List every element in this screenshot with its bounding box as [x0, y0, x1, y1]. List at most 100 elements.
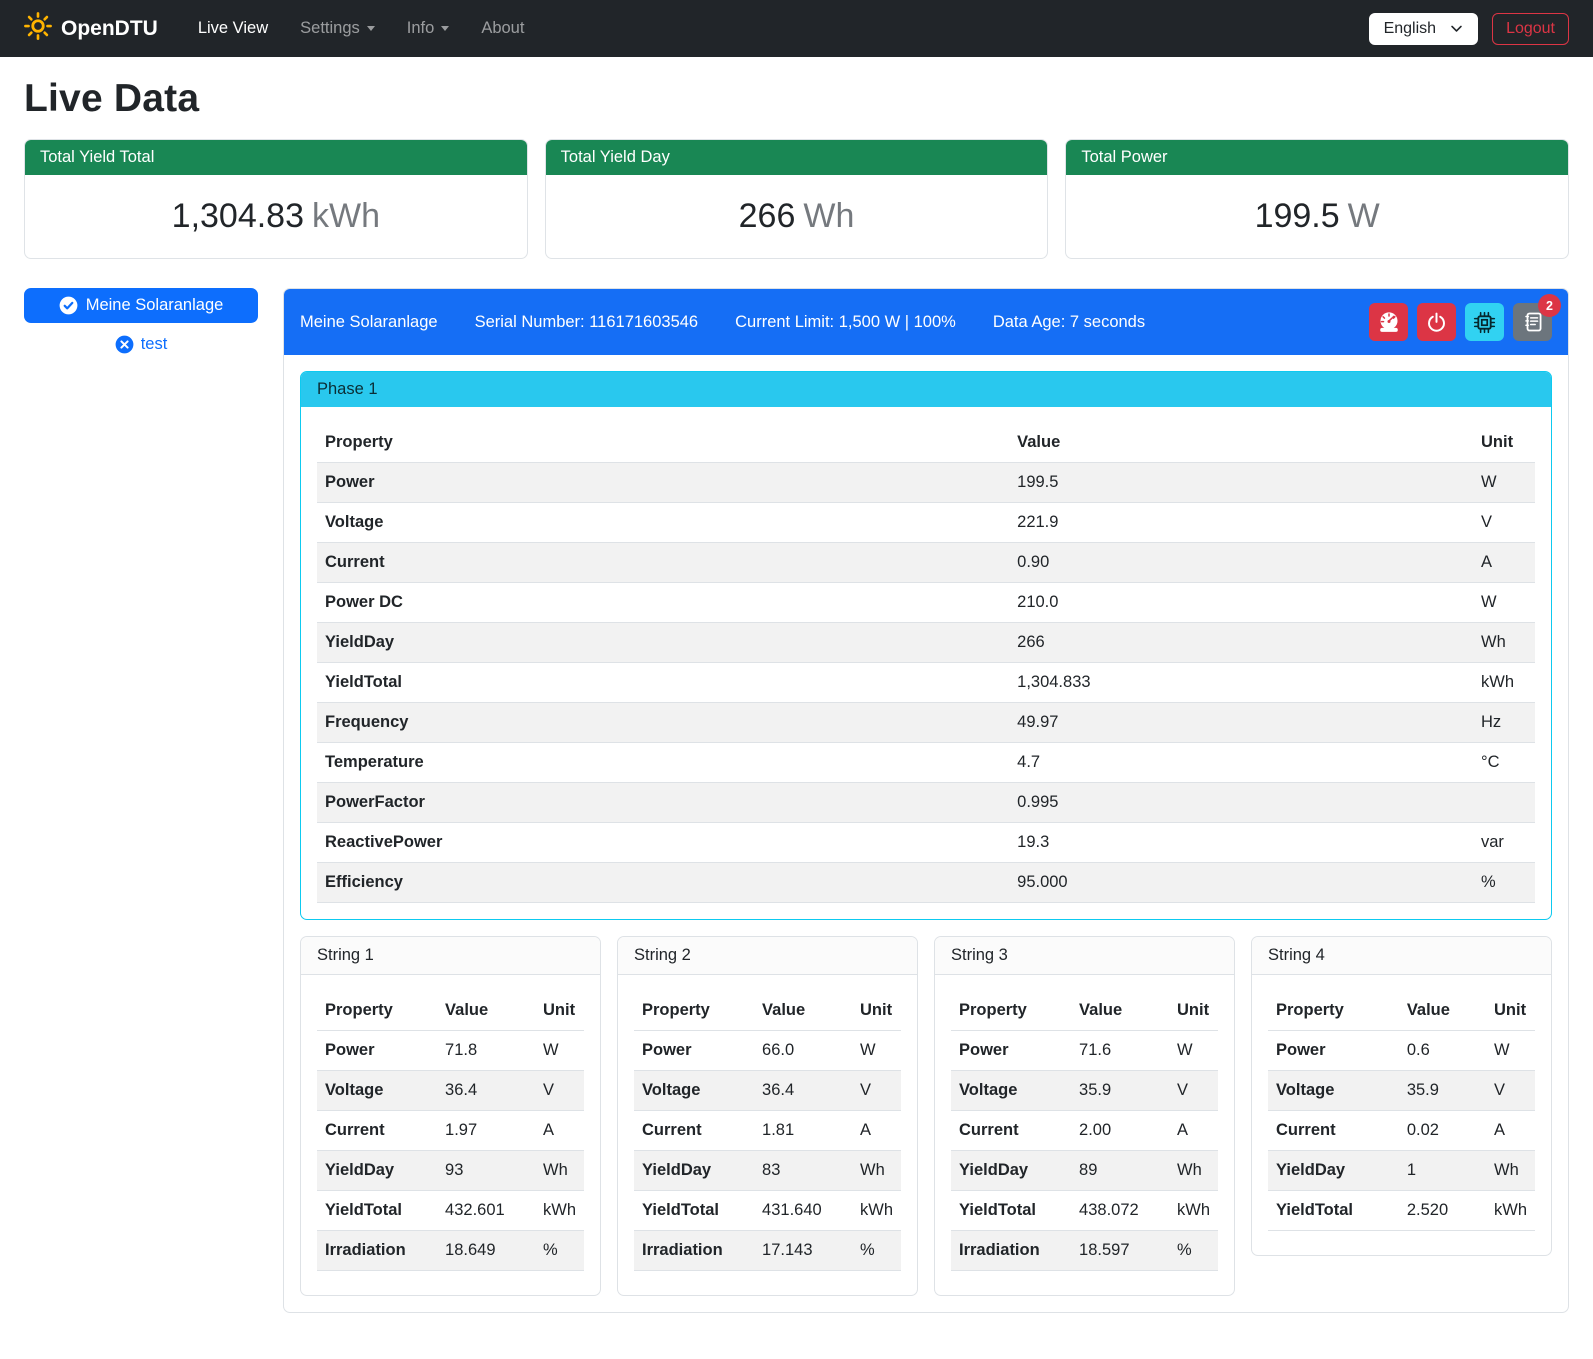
property-cell: ReactivePower	[317, 823, 1009, 863]
value-cell: 35.9	[1071, 1071, 1165, 1111]
unit-cell: Hz	[1473, 703, 1535, 743]
nav-item-label: About	[481, 19, 524, 38]
table-row: YieldDay89Wh	[951, 1151, 1218, 1191]
total-power-card: Total Power 199.5W	[1065, 139, 1569, 259]
nav-item-info[interactable]: Info	[393, 11, 464, 46]
table-row: Current0.90A	[317, 543, 1535, 583]
table-row: YieldDay1Wh	[1268, 1151, 1535, 1191]
unit-cell: kWh	[848, 1191, 901, 1231]
total-power-value: 199.5	[1255, 197, 1340, 235]
language-select[interactable]: English	[1369, 13, 1478, 45]
table-row: Voltage35.9V	[1268, 1071, 1535, 1111]
table-row: Power199.5W	[317, 463, 1535, 503]
navbar-right: English Logout	[1369, 13, 1569, 45]
unit-cell: W	[1482, 1031, 1535, 1071]
nav-item-about[interactable]: About	[467, 11, 538, 46]
property-cell: Irradiation	[634, 1231, 754, 1271]
table-row: YieldDay93Wh	[317, 1151, 584, 1191]
unit-cell: %	[531, 1231, 584, 1271]
event-log-button[interactable]: 2	[1513, 303, 1552, 341]
property-cell: Power	[634, 1031, 754, 1071]
table-row: Voltage36.4V	[317, 1071, 584, 1111]
property-cell: Power	[317, 1031, 437, 1071]
table-row: Current0.02A	[1268, 1111, 1535, 1151]
column-header-unit: Unit	[1165, 991, 1218, 1031]
unit-cell: V	[531, 1071, 584, 1111]
total-yield-day-card: Total Yield Day 266Wh	[545, 139, 1049, 259]
unit-cell: A	[1473, 543, 1535, 583]
inverter-button-selected[interactable]: Meine Solaranlage	[24, 288, 258, 323]
table-row: Power71.8W	[317, 1031, 584, 1071]
unit-cell	[1473, 783, 1535, 823]
string-card-body: Property Value Unit Power71.6WVoltage35.…	[935, 975, 1234, 1295]
property-cell: PowerFactor	[317, 783, 1009, 823]
x-circle-icon	[115, 335, 134, 354]
value-cell: 221.9	[1009, 503, 1473, 543]
total-yield-day-value: 266	[739, 197, 796, 235]
value-cell: 17.143	[754, 1231, 848, 1271]
property-cell: Power DC	[317, 583, 1009, 623]
column-header-value: Value	[1071, 991, 1165, 1031]
value-cell: 1,304.833	[1009, 663, 1473, 703]
inverter-selector-sidebar: Meine Solaranlage test	[24, 288, 258, 358]
top-navbar: OpenDTU Live View Settings Info About En…	[0, 0, 1593, 57]
value-cell: 18.649	[437, 1231, 531, 1271]
value-cell: 1.97	[437, 1111, 531, 1151]
property-cell: Current	[317, 543, 1009, 583]
inverter-name: Meine Solaranlage	[300, 313, 438, 332]
property-cell: YieldTotal	[317, 1191, 437, 1231]
value-cell: 18.597	[1071, 1231, 1165, 1271]
power-icon	[1426, 312, 1447, 333]
unit-cell: A	[1482, 1111, 1535, 1151]
card-title: Total Yield Day	[546, 140, 1048, 175]
value-cell: 2.00	[1071, 1111, 1165, 1151]
property-cell: Current	[317, 1111, 437, 1151]
unit-cell: V	[1473, 503, 1535, 543]
value-cell: 66.0	[754, 1031, 848, 1071]
nav-item-live-view[interactable]: Live View	[184, 11, 282, 46]
column-header-unit: Unit	[531, 991, 584, 1031]
column-header-value: Value	[754, 991, 848, 1031]
device-info-button[interactable]	[1465, 303, 1504, 341]
value-cell: 0.995	[1009, 783, 1473, 823]
chevron-down-icon	[367, 26, 375, 31]
power-button[interactable]	[1417, 303, 1456, 341]
column-header-value: Value	[437, 991, 531, 1031]
property-cell: Current	[1268, 1111, 1399, 1151]
value-cell: 71.8	[437, 1031, 531, 1071]
inverter-button-label: test	[141, 335, 168, 354]
property-cell: Irradiation	[317, 1231, 437, 1271]
nav-item-settings[interactable]: Settings	[286, 11, 389, 46]
property-cell: YieldDay	[634, 1151, 754, 1191]
inverter-button-test[interactable]: test	[107, 331, 176, 358]
table-row: Efficiency95.000%	[317, 863, 1535, 903]
string-2-card: String 2 Property Value Unit	[617, 936, 918, 1296]
property-cell: Irradiation	[951, 1231, 1071, 1271]
phase-card-title: Phase 1	[301, 372, 1551, 407]
column-header-property: Property	[634, 991, 754, 1031]
unit-cell: V	[1482, 1071, 1535, 1111]
logout-button[interactable]: Logout	[1492, 13, 1569, 45]
cpu-icon	[1473, 311, 1496, 334]
card-title: Total Power	[1066, 140, 1568, 175]
value-cell: 0.90	[1009, 543, 1473, 583]
string-card-title: String 4	[1252, 937, 1551, 975]
property-cell: YieldTotal	[951, 1191, 1071, 1231]
strings-row: String 1 Property Value Unit	[300, 936, 1552, 1296]
value-cell: 1	[1399, 1151, 1482, 1191]
total-yield-total-card: Total Yield Total 1,304.83kWh	[24, 139, 528, 259]
unit-cell: %	[1473, 863, 1535, 903]
property-cell: Voltage	[634, 1071, 754, 1111]
check-circle-icon	[59, 296, 78, 315]
column-header-property: Property	[317, 991, 437, 1031]
table-header-row: Property Value Unit	[317, 423, 1535, 463]
property-cell: Power	[951, 1031, 1071, 1071]
limit-settings-button[interactable]	[1369, 303, 1408, 341]
brand[interactable]: OpenDTU	[24, 12, 158, 46]
table-row: Power0.6W	[1268, 1031, 1535, 1071]
property-cell: YieldDay	[1268, 1151, 1399, 1191]
phase-card-body: Property Value Unit Power199.5WVoltage22…	[301, 407, 1551, 919]
value-cell: 36.4	[437, 1071, 531, 1111]
value-cell: 0.02	[1399, 1111, 1482, 1151]
unit-cell: W	[1165, 1031, 1218, 1071]
